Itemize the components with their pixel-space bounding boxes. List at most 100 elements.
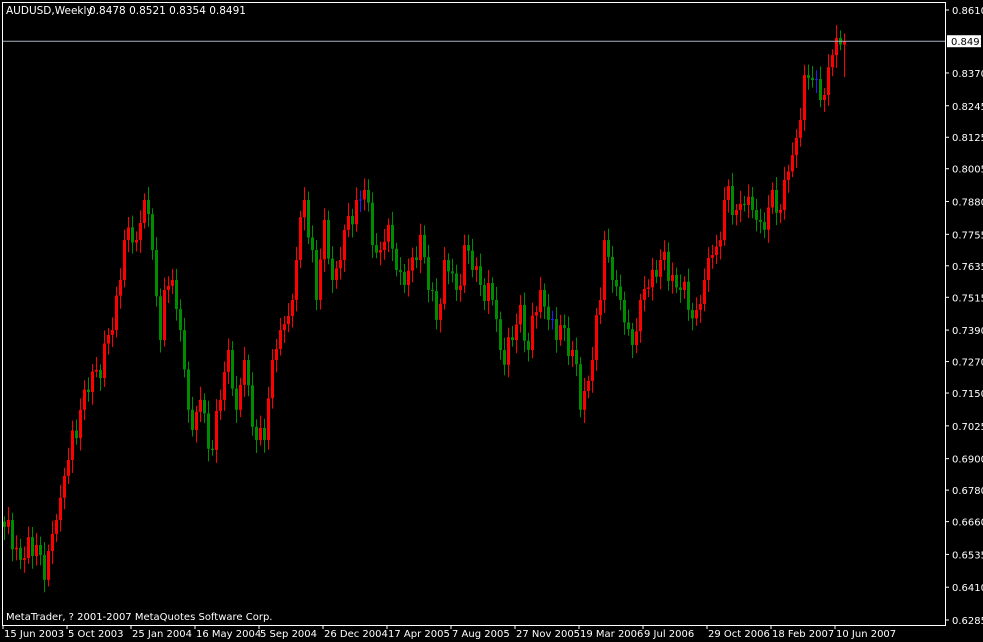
candle-body — [183, 330, 186, 370]
candle-body — [803, 75, 806, 120]
candle-body — [491, 283, 494, 300]
candle-body — [439, 303, 442, 320]
candle-body — [463, 245, 466, 286]
candle-body — [287, 316, 290, 325]
price-tick-label: 0.6900 — [952, 455, 983, 466]
candle-body — [147, 199, 150, 215]
candle-body — [19, 547, 22, 560]
price-tick-label: 0.8125 — [952, 133, 983, 144]
candle-body — [539, 289, 542, 313]
candle-body — [315, 250, 318, 300]
candle-body — [299, 217, 302, 261]
candle-body — [811, 77, 814, 81]
candle-body — [275, 348, 278, 360]
candle-body — [507, 337, 510, 365]
candle-body — [263, 427, 266, 441]
candle-body — [827, 67, 830, 96]
candle-body — [51, 533, 54, 552]
candle-body — [567, 328, 570, 357]
candle-body — [63, 475, 66, 498]
candle-body — [595, 315, 598, 360]
candle-body — [151, 214, 154, 251]
candle-body — [791, 155, 794, 172]
candle-body — [119, 279, 122, 296]
candle-body — [711, 255, 714, 258]
candle-body — [615, 279, 618, 287]
candle-body — [587, 380, 590, 391]
candle-body — [447, 260, 450, 272]
candle-body — [295, 260, 298, 300]
price-tick-label: 0.8370 — [952, 69, 983, 80]
candle-body — [303, 199, 306, 218]
candle-body — [331, 258, 334, 280]
candle-body — [259, 427, 262, 441]
candle-body — [383, 241, 386, 251]
candle-body — [627, 322, 630, 330]
candle-body — [239, 384, 242, 410]
candle-body — [107, 334, 110, 344]
candle-body — [787, 171, 790, 181]
candle-body — [367, 189, 370, 203]
time-tick-label: 17 Apr 2005 — [388, 629, 450, 640]
candle-body — [99, 369, 102, 379]
price-tick-label: 0.7270 — [952, 358, 983, 369]
candle-body — [835, 37, 838, 56]
candle-body — [179, 309, 182, 331]
candle-body — [71, 430, 74, 460]
candle-body — [95, 369, 98, 372]
candle-body — [703, 279, 706, 304]
candle-body — [235, 388, 238, 410]
candle-body — [339, 260, 342, 269]
candle-body — [375, 245, 378, 253]
price-tick-label: 0.6780 — [952, 486, 983, 497]
candle-body — [75, 430, 78, 439]
candle-body — [371, 202, 374, 246]
time-tick-label: 29 Oct 2006 — [708, 629, 770, 640]
candle-body — [199, 399, 202, 412]
candle-body — [655, 270, 658, 277]
candle-body — [139, 222, 142, 241]
candle-body — [767, 207, 770, 230]
chart-symbol-timeframe: AUDUSD,Weekly — [6, 5, 93, 17]
candle-body — [639, 299, 642, 332]
candle-body — [379, 250, 382, 253]
price-tick-label: 0.6285 — [952, 616, 983, 627]
candle-body — [431, 289, 434, 292]
candle-body — [667, 251, 670, 281]
candle — [579, 357, 582, 418]
candle-body — [723, 199, 726, 241]
candle-body — [351, 215, 354, 225]
candle-body — [727, 185, 730, 200]
candle-body — [399, 270, 402, 272]
candle-body — [343, 229, 346, 261]
candlestick-chart[interactable]: 0.8610 0.8370 0.8245 0.8125 0.8005 0.7880 0.77… — [0, 0, 983, 642]
candle-body — [307, 199, 310, 238]
candle-body — [167, 285, 170, 290]
candle-body — [475, 266, 478, 271]
candle-body — [843, 41, 846, 45]
candle-body — [571, 350, 574, 357]
time-tick-label: 25 Jan 2004 — [132, 629, 192, 640]
candle-body — [715, 246, 718, 256]
candle-body — [111, 330, 114, 335]
candle-body — [795, 137, 798, 156]
chart-ohlc-readout: 0.8478 0.8521 0.8354 0.8491 — [89, 5, 246, 17]
candle-body — [699, 303, 702, 310]
time-tick-label: 10 Jun 2007 — [836, 629, 896, 640]
candle-body — [23, 558, 26, 560]
price-tick-label: 0.8610 — [952, 6, 983, 17]
candle-body — [435, 291, 438, 320]
time-tick-label: 27 Nov 2005 — [516, 629, 580, 640]
candle-body — [163, 289, 166, 341]
candle-body — [67, 459, 70, 476]
candle-body — [583, 390, 586, 410]
candle-body — [747, 196, 750, 205]
price-tick-label: 0.6660 — [952, 518, 983, 529]
candle-body — [739, 203, 742, 210]
price-tick-label: 0.6410 — [952, 583, 983, 594]
candle-body — [359, 199, 362, 201]
price-tick-label: 0.7635 — [952, 262, 983, 273]
candle-body — [91, 371, 94, 393]
candle-body — [695, 309, 698, 319]
price-tick-label: 0.7515 — [952, 293, 983, 304]
